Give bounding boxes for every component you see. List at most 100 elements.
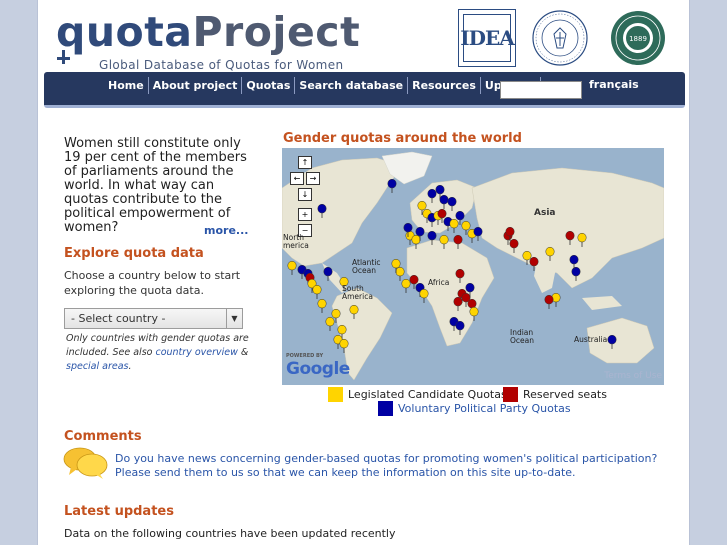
- nav-item-home[interactable]: Home: [104, 77, 149, 94]
- nav-item-search-database[interactable]: Search database: [295, 77, 409, 94]
- map-pin-icon[interactable]: [469, 306, 479, 317]
- map-pin-icon[interactable]: [569, 254, 579, 265]
- logo-wordmark-project: Project: [192, 8, 361, 56]
- map-pin-icon[interactable]: [565, 230, 575, 241]
- map-pin-icon[interactable]: [439, 194, 449, 205]
- map-pin-icon[interactable]: [337, 324, 347, 335]
- map-label-africa: Africa: [428, 278, 450, 287]
- map-label-asia: Asia: [534, 208, 556, 218]
- map-pin-icon[interactable]: [312, 284, 322, 295]
- map-pin-icon[interactable]: [419, 288, 429, 299]
- language-link-french[interactable]: français: [589, 78, 639, 91]
- map-pin-icon[interactable]: [403, 222, 413, 233]
- map-pan-up-button[interactable]: ↑: [298, 156, 312, 169]
- legend-label-voluntary[interactable]: Voluntary Political Party Quotas: [398, 402, 571, 415]
- map-pin-icon[interactable]: [505, 226, 515, 237]
- map-pin-icon[interactable]: [317, 203, 327, 214]
- intro-text: Women still constitute only 19 per cent …: [64, 136, 247, 235]
- map-pin-icon[interactable]: [545, 246, 555, 257]
- map-pin-icon[interactable]: [455, 268, 465, 279]
- map-pin-icon[interactable]: [411, 234, 421, 245]
- country-select-value: - Select country -: [71, 312, 166, 325]
- latest-updates-text: Data on the following countries have bee…: [64, 527, 396, 540]
- legend-reserved: Reserved seats: [503, 387, 607, 402]
- map-pin-icon[interactable]: [391, 258, 401, 269]
- map-pin-icon[interactable]: [325, 316, 335, 327]
- comments-link[interactable]: Do you have news concerning gender-based…: [115, 452, 671, 480]
- map-pin-icon[interactable]: [455, 320, 465, 331]
- map-pin-icon[interactable]: [439, 234, 449, 245]
- quotaproject-logo[interactable]: quotaProject Global Database of Quotas f…: [56, 6, 361, 72]
- world-map[interactable]: ↑ ← → ↓ + − North merica Asia Atlantic O…: [282, 148, 664, 385]
- nav-item-resources[interactable]: Resources: [408, 77, 481, 94]
- map-pin-icon[interactable]: [349, 304, 359, 315]
- map-pin-icon[interactable]: [427, 188, 437, 199]
- map-label-north-america: North merica: [283, 233, 309, 250]
- legend-swatch-voluntary: [378, 401, 393, 416]
- speech-bubbles-icon: [63, 447, 108, 479]
- map-pin-icon[interactable]: [465, 282, 475, 293]
- map-label-south-america: South America: [342, 284, 373, 301]
- country-overview-link[interactable]: country overview: [155, 347, 237, 358]
- map-pin-icon[interactable]: [453, 234, 463, 245]
- map-canvas: [282, 148, 664, 385]
- map-pin-icon[interactable]: [461, 220, 471, 231]
- map-pin-icon[interactable]: [571, 266, 581, 277]
- map-pin-icon[interactable]: [544, 294, 554, 305]
- map-pin-icon[interactable]: [415, 226, 425, 237]
- map-pin-icon[interactable]: [409, 274, 419, 285]
- map-zoom-in-button[interactable]: +: [298, 208, 312, 221]
- chevron-down-icon[interactable]: ▼: [226, 309, 242, 328]
- legend-swatch-legislated: [328, 387, 343, 402]
- map-pin-icon[interactable]: [401, 278, 411, 289]
- latest-updates-heading: Latest updates: [64, 504, 174, 519]
- legend-label-reserved: Reserved seats: [523, 388, 607, 401]
- map-pin-icon[interactable]: [435, 184, 445, 195]
- note-text-b: &: [237, 347, 249, 358]
- interparliamentary-union-seal-icon[interactable]: 1889: [610, 10, 666, 66]
- map-pin-icon[interactable]: [473, 226, 483, 237]
- stockholm-university-seal-icon[interactable]: [532, 10, 588, 66]
- google-logo[interactable]: Google: [286, 359, 350, 379]
- map-pin-icon[interactable]: [317, 298, 327, 309]
- map-pin-icon[interactable]: [387, 178, 397, 189]
- map-pin-icon[interactable]: [417, 200, 427, 211]
- legend-voluntary: Voluntary Political Party Quotas: [378, 401, 571, 416]
- country-select[interactable]: - Select country - ▼: [64, 308, 243, 329]
- map-pin-icon[interactable]: [522, 250, 532, 261]
- map-pin-icon[interactable]: [437, 208, 447, 219]
- map-pin-icon[interactable]: [395, 266, 405, 277]
- map-pin-icon[interactable]: [509, 238, 519, 249]
- idea-logo[interactable]: IDEA: [458, 9, 516, 67]
- map-pan-left-button[interactable]: ←: [290, 172, 304, 185]
- comments-heading: Comments: [64, 429, 142, 444]
- map-pan-down-button[interactable]: ↓: [298, 188, 312, 201]
- map-pin-icon[interactable]: [323, 266, 333, 277]
- page-container: quotaProject Global Database of Quotas f…: [37, 0, 690, 545]
- nav-item-about[interactable]: About project: [149, 77, 243, 94]
- more-link[interactable]: more...: [204, 224, 248, 237]
- map-pin-icon[interactable]: [339, 338, 349, 349]
- logo-wordmark-quota: quota: [56, 8, 193, 56]
- note-text-c: .: [128, 361, 132, 372]
- map-label-australia: Australia: [574, 335, 608, 344]
- map-pin-icon[interactable]: [467, 298, 477, 309]
- map-pin-icon[interactable]: [529, 256, 539, 267]
- terms-of-use-link[interactable]: Terms of Use: [604, 371, 662, 381]
- nav-item-quotas[interactable]: Quotas: [242, 77, 296, 94]
- map-label-atlantic: Atlantic Ocean: [352, 258, 381, 275]
- map-pin-icon[interactable]: [577, 232, 587, 243]
- venus-symbol-icon: [57, 50, 70, 64]
- map-pin-icon[interactable]: [287, 260, 297, 271]
- map-pin-icon[interactable]: [449, 218, 459, 229]
- search-input[interactable]: [500, 81, 582, 99]
- map-pin-icon[interactable]: [455, 210, 465, 221]
- map-pin-icon[interactable]: [447, 196, 457, 207]
- map-pin-icon[interactable]: [427, 230, 437, 241]
- map-pin-icon[interactable]: [331, 308, 341, 319]
- map-pin-icon[interactable]: [453, 296, 463, 307]
- special-areas-link[interactable]: special areas: [66, 361, 129, 372]
- map-pin-icon[interactable]: [607, 334, 617, 345]
- explore-heading: Explore quota data: [64, 246, 204, 261]
- map-pan-right-button[interactable]: →: [306, 172, 320, 185]
